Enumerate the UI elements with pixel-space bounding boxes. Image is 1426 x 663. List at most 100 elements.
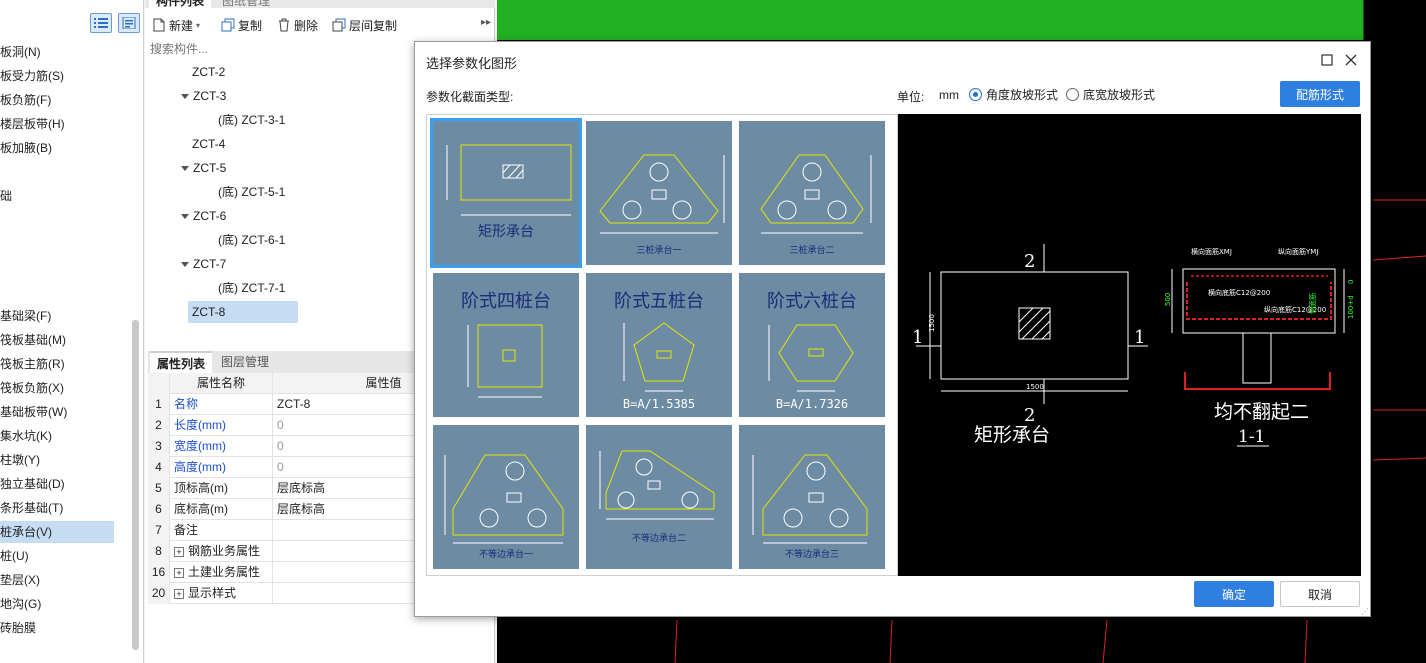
property-name-text: 显示样式 bbox=[188, 586, 237, 600]
left-tree-item[interactable]: 筏板主筋(R) bbox=[0, 353, 114, 375]
left-tree-item[interactable]: 条形基础(T) bbox=[0, 497, 114, 519]
list-view-button[interactable] bbox=[90, 13, 112, 33]
delete-button[interactable]: 删除 bbox=[277, 16, 318, 34]
tree-item[interactable]: ZCT-2 bbox=[192, 61, 225, 83]
radio-dot[interactable] bbox=[1066, 88, 1079, 101]
plan-mark-bottom: 2 bbox=[1024, 405, 1035, 426]
property-name: + 土建业务属性 bbox=[170, 562, 273, 583]
tab-property-list[interactable]: 属性列表 bbox=[150, 351, 213, 373]
chevron-down-icon[interactable]: ▾ bbox=[196, 21, 200, 30]
cancel-button[interactable]: 取消 bbox=[1280, 581, 1360, 607]
shape-thumbnail[interactable]: 阶式六桩台 B=A/1.7326 bbox=[739, 273, 885, 417]
left-tree-item[interactable]: 基础梁(F) bbox=[0, 305, 114, 327]
list-icon bbox=[94, 18, 108, 28]
shape-thumbnail[interactable]: 阶式四桩台 bbox=[433, 273, 579, 417]
property-name: 备注 bbox=[170, 520, 273, 541]
component-tabs: 构件列表 图纸管理 bbox=[145, 0, 495, 8]
tree-item[interactable]: ZCT-3 bbox=[181, 85, 226, 107]
left-tree-item[interactable]: 基础板带(W) bbox=[0, 401, 114, 423]
left-tree-item[interactable]: 地沟(G) bbox=[0, 593, 114, 615]
tree-item[interactable]: ZCT-4 bbox=[192, 133, 225, 155]
left-tree-item[interactable]: 垫层(X) bbox=[0, 569, 114, 591]
left-tree-item[interactable]: 楼层板带(H) bbox=[0, 113, 114, 135]
shape-thumbnail-label: 三桩承台二 bbox=[789, 245, 835, 255]
tree-item[interactable]: ZCT-6 bbox=[181, 205, 226, 227]
tree-item[interactable]: (底) ZCT-6-1 bbox=[218, 229, 285, 251]
left-scrollbar[interactable] bbox=[132, 320, 139, 650]
left-tree-item[interactable]: 板加腋(B) bbox=[0, 137, 114, 159]
left-tree-item[interactable]: 独立基础(D) bbox=[0, 473, 114, 495]
left-tree-item[interactable]: 板受力筋(S) bbox=[0, 65, 114, 87]
chevron-down-icon[interactable] bbox=[181, 214, 189, 220]
tree-item[interactable]: (底) ZCT-5-1 bbox=[218, 181, 285, 203]
component-toolbar: 新建 ▾ 复制 删除 层间复制 ▸▸ bbox=[145, 12, 495, 38]
property-name: 顶标高(m) bbox=[170, 478, 273, 499]
left-tree-item[interactable]: 集水坑(K) bbox=[0, 425, 114, 447]
expand-icon[interactable]: + bbox=[174, 588, 184, 599]
property-name-text: 底标高(m) bbox=[174, 502, 228, 516]
label-h-rebar: 横向面筋XMJ bbox=[1191, 247, 1232, 256]
shape-formula: B=A/1.7326 bbox=[775, 397, 849, 411]
radio-dot-checked[interactable] bbox=[969, 88, 982, 101]
left-tree-item[interactable]: 柱墩(Y) bbox=[0, 449, 114, 471]
floor-copy-button[interactable]: 层间复制 bbox=[332, 16, 397, 34]
left-tree-item[interactable]: 筏板负筋(X) bbox=[0, 377, 114, 399]
floor-copy-icon bbox=[332, 18, 346, 32]
close-icon[interactable] bbox=[1345, 54, 1357, 66]
ok-button[interactable]: 确定 bbox=[1194, 581, 1274, 607]
copy-button[interactable]: 复制 bbox=[221, 16, 262, 34]
left-tree-item[interactable]: 础 bbox=[0, 185, 114, 207]
property-name-text: 顶标高(m) bbox=[174, 481, 228, 495]
tab-component-list[interactable]: 构件列表 bbox=[149, 0, 212, 8]
delete-label: 删除 bbox=[294, 18, 319, 33]
tree-item[interactable]: ZCT-7 bbox=[181, 253, 226, 275]
rebar-form-button[interactable]: 配筋形式 bbox=[1280, 81, 1360, 107]
radio-angle-slope[interactable]: 角度放坡形式 bbox=[969, 86, 1058, 103]
label-h-bottom: 横向底筋C12@200 bbox=[1208, 288, 1270, 297]
shape-thumbnail-label: 阶式五桩台 bbox=[614, 291, 704, 312]
tree-item[interactable]: (底) ZCT-3-1 bbox=[218, 109, 285, 131]
shape-thumbnail[interactable]: 矩形承台 bbox=[430, 118, 582, 268]
left-tree-item[interactable]: 桩承台(V) bbox=[0, 521, 114, 543]
unit-label: 单位: bbox=[897, 90, 925, 104]
section-label: 1-1 bbox=[1238, 427, 1265, 447]
left-tree-item[interactable]: 板负筋(F) bbox=[0, 89, 114, 111]
left-tree-item[interactable]: 板洞(N) bbox=[0, 41, 114, 63]
overflow-icon[interactable]: ▸▸ bbox=[481, 17, 491, 28]
chevron-down-icon[interactable] bbox=[181, 94, 189, 100]
component-search-input[interactable] bbox=[150, 40, 418, 58]
tab-drawing-manage[interactable]: 图纸管理 bbox=[215, 0, 277, 8]
left-tree-item[interactable]: 桩(U) bbox=[0, 545, 114, 567]
radio-width-label: 底宽放坡形式 bbox=[1083, 88, 1156, 102]
radio-width-slope[interactable]: 底宽放坡形式 bbox=[1066, 86, 1155, 103]
left-tree-item[interactable]: 筏板基础(M) bbox=[0, 329, 114, 351]
left-tree-item[interactable]: 砖胎膜 bbox=[0, 617, 114, 639]
shape-thumbnail-label: 不等边承台一 bbox=[478, 549, 533, 559]
resize-grip-icon[interactable]: ⋰ bbox=[1361, 607, 1369, 616]
floor-copy-label: 层间复制 bbox=[349, 18, 398, 33]
property-name-text: 备注 bbox=[174, 523, 199, 537]
expand-icon[interactable]: + bbox=[174, 546, 184, 557]
property-name: 高度(mm) bbox=[170, 457, 273, 478]
property-name-text: 长度(mm) bbox=[174, 418, 226, 432]
chevron-down-icon[interactable] bbox=[181, 166, 189, 172]
tree-item-label: (底) ZCT-3-1 bbox=[218, 113, 286, 127]
shape-thumbnail[interactable]: 不等边承台三 bbox=[739, 425, 885, 569]
shape-thumbnail[interactable]: 三桩承台一 bbox=[586, 121, 732, 265]
maximize-icon[interactable] bbox=[1321, 54, 1333, 66]
detail-list-icon bbox=[122, 17, 136, 29]
dialog-title: 选择参数化图形 bbox=[426, 56, 518, 71]
tree-item[interactable]: ZCT-8 bbox=[188, 301, 298, 323]
tree-item[interactable]: ZCT-5 bbox=[181, 157, 226, 179]
chevron-down-icon[interactable] bbox=[181, 262, 189, 268]
shape-thumbnail[interactable]: 三桩承台二 bbox=[739, 121, 885, 265]
property-name: + 显示样式 bbox=[170, 583, 273, 604]
tree-item[interactable]: (底) ZCT-7-1 bbox=[218, 277, 285, 299]
expand-icon[interactable]: + bbox=[174, 567, 184, 578]
detail-view-button[interactable] bbox=[118, 13, 140, 33]
new-button[interactable]: 新建 ▾ bbox=[152, 16, 200, 34]
shape-thumbnail[interactable]: 阶式五桩台 B=A/1.5385 bbox=[586, 273, 732, 417]
tab-layer-manage[interactable]: 图层管理 bbox=[214, 351, 276, 373]
shape-thumbnail[interactable]: 不等边承台一 bbox=[433, 425, 579, 569]
shape-thumbnail[interactable]: 不等边承台二 bbox=[586, 425, 732, 569]
